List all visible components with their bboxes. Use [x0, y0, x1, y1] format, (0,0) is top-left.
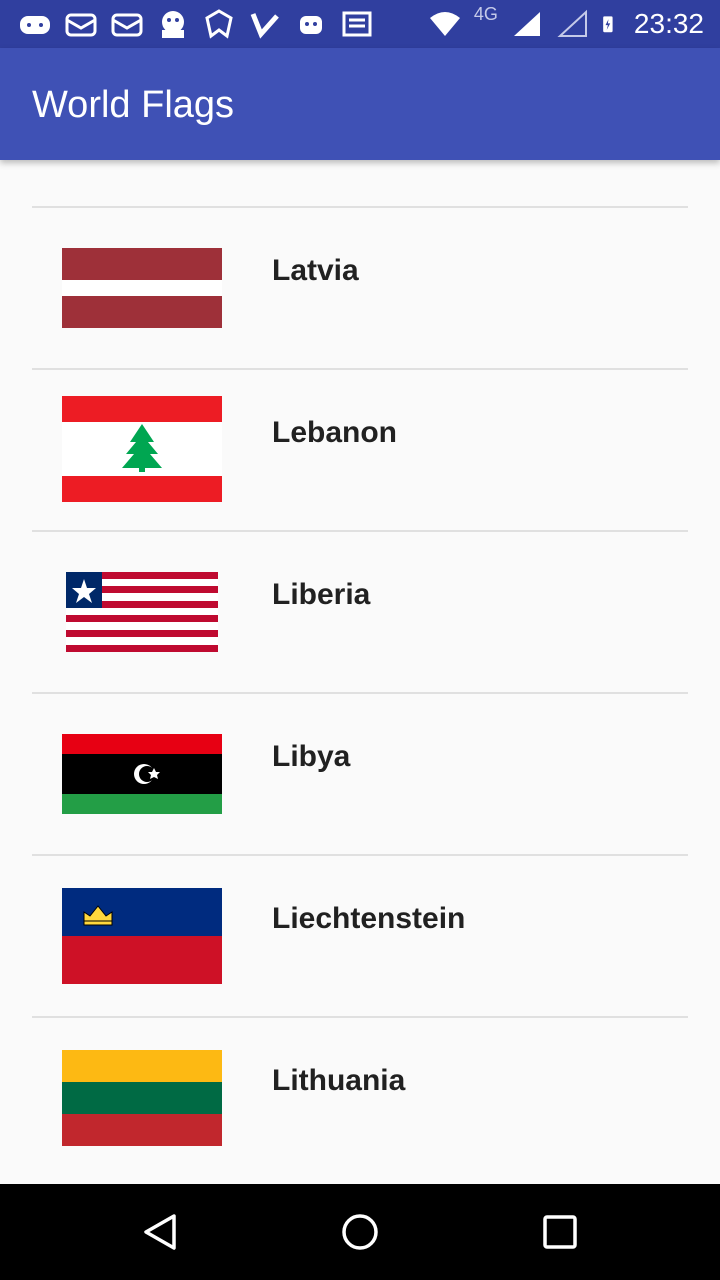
latvia-flag [62, 248, 222, 328]
country-name: Lebanon [272, 416, 397, 449]
recents-icon[interactable] [540, 1212, 580, 1252]
wifi-icon [429, 12, 460, 36]
lebanon-flag [62, 396, 222, 502]
liberia-flag [62, 572, 222, 652]
cell-signal-icon [513, 12, 540, 36]
lithuania-flag [62, 1050, 222, 1146]
mascot-icon [162, 11, 184, 38]
liechtenstein-flag [62, 888, 222, 984]
mail-icon [65, 13, 97, 37]
list-item[interactable]: Latvia [0, 208, 720, 368]
app-title: World Flags [32, 84, 235, 126]
mail-icon [111, 13, 143, 37]
list-item[interactable]: Lebanon [0, 370, 720, 530]
news-icon [342, 11, 372, 37]
battery-charging-icon [603, 16, 613, 33]
list-item[interactable]: Liechtenstein [0, 856, 720, 1016]
country-name: Liechtenstein [272, 902, 466, 935]
check-icon [250, 13, 279, 39]
android-icon [300, 16, 322, 34]
libya-flag [62, 734, 222, 814]
country-name: Latvia [272, 254, 359, 287]
cell-signal-empty-icon [557, 9, 587, 37]
country-name: Liberia [272, 578, 371, 611]
country-name: Lithuania [272, 1064, 406, 1097]
app-bar: World Flags [0, 48, 720, 160]
network-type-label: 4G [473, 3, 498, 24]
country-name: Libya [272, 740, 351, 773]
list-item[interactable]: Lithuania [0, 1018, 720, 1178]
list-item[interactable]: Libya [0, 694, 720, 854]
list-item[interactable]: Liberia [0, 532, 720, 692]
clock: 23:32 [633, 8, 704, 39]
country-list[interactable]: Latvia Lebanon Liberia Libya Liechtenste… [0, 160, 720, 1184]
status-bar: 4G 23:32 [0, 0, 720, 48]
back-icon[interactable] [140, 1212, 180, 1252]
gamepad-icon [20, 16, 50, 34]
navigation-bar [0, 1184, 720, 1280]
home-icon[interactable] [340, 1212, 380, 1252]
signal-brand-icon [205, 9, 233, 39]
